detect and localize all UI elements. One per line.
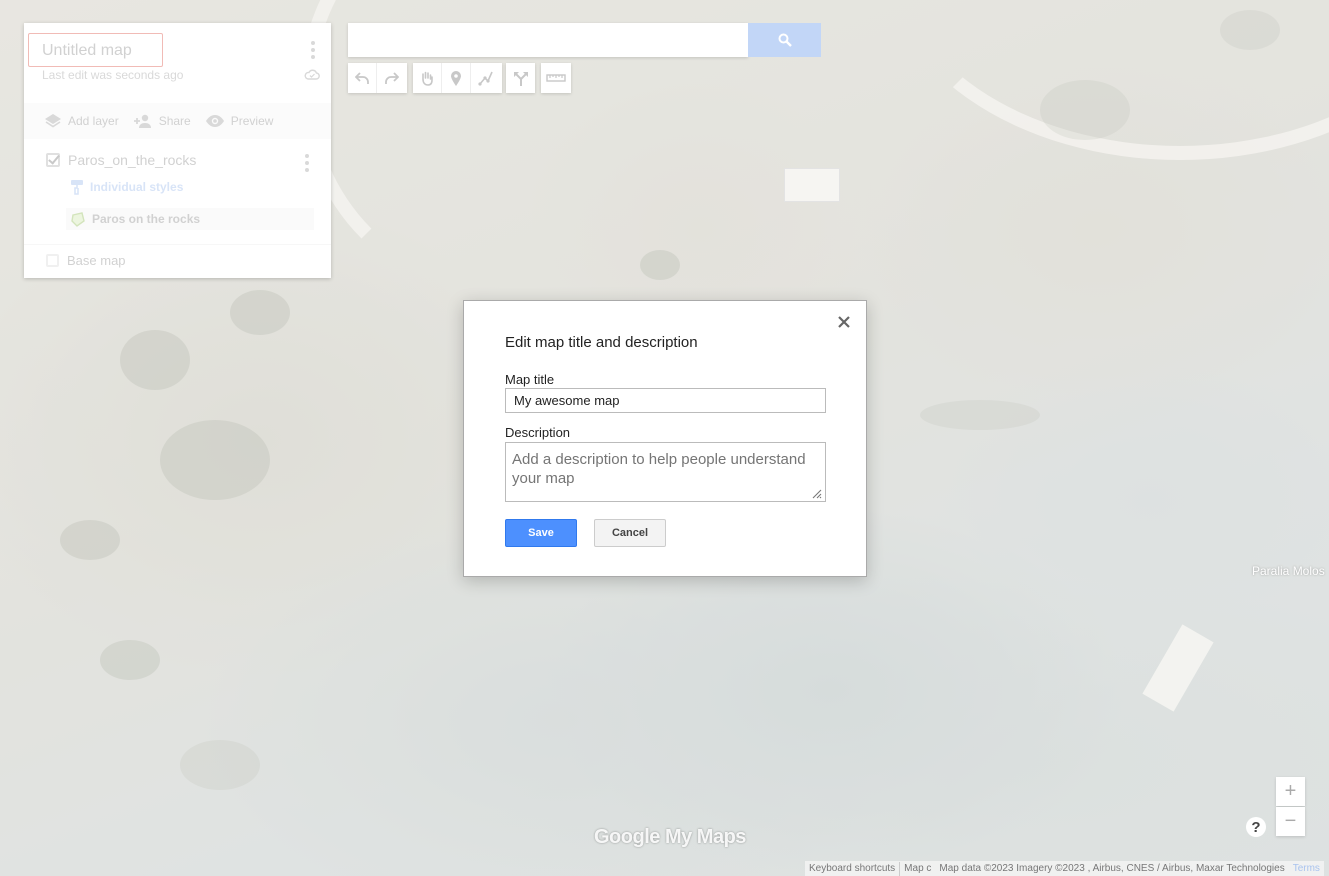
layer-item[interactable]: Paros_on_the_rocks xyxy=(46,152,196,168)
add-layer-label: Add layer xyxy=(68,114,119,128)
close-icon[interactable] xyxy=(837,315,851,329)
description-label: Description xyxy=(505,425,571,440)
map-data-attribution: Map data ©2023 Imagery ©2023 , Airbus, C… xyxy=(939,863,1285,874)
base-map-item[interactable]: Base map xyxy=(46,253,126,268)
preview-button[interactable]: Preview xyxy=(205,114,274,128)
feature-label: Paros on the rocks xyxy=(92,212,201,226)
line-icon xyxy=(477,71,493,86)
divider xyxy=(24,244,331,245)
cloud-saved-icon xyxy=(304,69,320,80)
share-label: Share xyxy=(158,114,191,128)
base-map-expand-icon[interactable] xyxy=(46,254,59,267)
description-input[interactable] xyxy=(505,442,826,502)
ruler-icon xyxy=(545,74,566,82)
layer-style-label: Individual styles xyxy=(90,180,184,194)
measure-button[interactable] xyxy=(541,63,570,93)
layers-icon xyxy=(45,114,61,128)
last-edit-status: Last edit was seconds ago xyxy=(42,68,184,82)
pan-tool-button[interactable] xyxy=(413,63,442,93)
edit-toolbar-measure xyxy=(541,63,571,93)
preview-label: Preview xyxy=(230,114,274,128)
panel-actions: Add layer Share Preview xyxy=(24,103,331,139)
add-layer-button[interactable]: Add layer xyxy=(44,113,119,129)
base-map-label: Base map xyxy=(67,253,126,268)
add-directions-button[interactable] xyxy=(506,63,535,93)
layer-options-icon[interactable] xyxy=(302,154,312,172)
redo-button[interactable] xyxy=(377,63,406,93)
terms-link[interactable]: Terms xyxy=(1289,863,1324,874)
map-title[interactable]: Untitled map xyxy=(28,33,163,67)
map-title-input[interactable] xyxy=(505,388,826,413)
marker-icon xyxy=(451,70,461,86)
redo-icon xyxy=(384,72,399,84)
keyboard-shortcuts-link[interactable]: Keyboard shortcuts xyxy=(805,863,899,874)
dialog-title: Edit map title and description xyxy=(505,334,698,351)
edit-title-dialog: Edit map title and description Map title… xyxy=(463,300,867,577)
zoom-in-button[interactable]: + xyxy=(1276,777,1305,806)
undo-icon xyxy=(355,72,369,84)
layers-panel: Untitled map Last edit was seconds ago A… xyxy=(24,23,331,278)
add-marker-button[interactable] xyxy=(442,63,471,93)
map-options-icon[interactable] xyxy=(308,41,318,59)
edit-toolbar-history xyxy=(348,63,407,93)
map-title-label: Map title xyxy=(505,372,555,387)
layer-checkbox[interactable] xyxy=(46,153,60,167)
save-button[interactable]: Save xyxy=(505,519,577,547)
draw-line-button[interactable] xyxy=(471,63,500,93)
search-button[interactable] xyxy=(748,23,821,57)
google-my-maps-logo: Google My Maps xyxy=(594,826,746,848)
help-icon[interactable]: ? xyxy=(1246,817,1266,837)
cancel-button[interactable]: Cancel xyxy=(594,519,666,547)
zoom-out-button[interactable]: − xyxy=(1276,807,1305,836)
paint-roller-icon xyxy=(71,180,83,195)
map-title-text: Untitled map xyxy=(42,42,132,59)
undo-button[interactable] xyxy=(348,63,377,93)
hand-icon xyxy=(422,71,433,86)
directions-icon xyxy=(513,72,528,86)
edit-toolbar-tools xyxy=(413,63,502,93)
layer-style-link[interactable]: Individual styles xyxy=(70,179,183,195)
share-button[interactable]: Share xyxy=(133,114,191,128)
polygon-icon xyxy=(71,212,85,227)
search-icon xyxy=(778,33,792,47)
layer-name[interactable]: Paros_on_the_rocks xyxy=(68,152,196,168)
search-input[interactable] xyxy=(348,23,748,57)
add-person-icon xyxy=(133,114,151,128)
map-footer: Keyboard shortcuts Map c Map data ©2023 … xyxy=(805,861,1324,876)
eye-icon xyxy=(205,115,224,127)
map-data-short[interactable]: Map c xyxy=(900,863,935,874)
edit-toolbar-directions xyxy=(506,63,535,93)
feature-item[interactable]: Paros on the rocks xyxy=(66,208,314,230)
